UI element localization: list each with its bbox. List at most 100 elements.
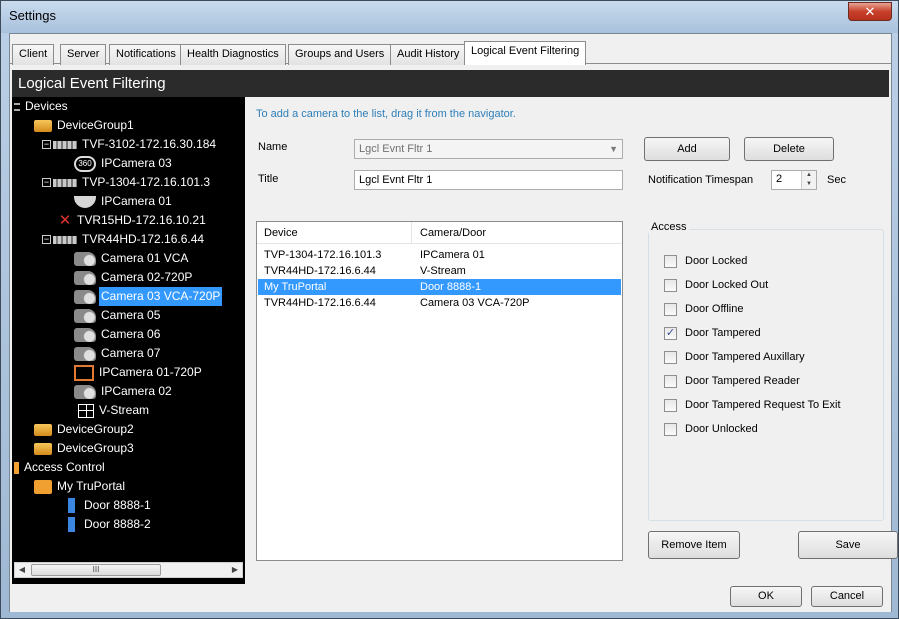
title-input[interactable]: Lgcl Evnt Fltr 1 [354,170,623,190]
tab-logical-event-filtering[interactable]: Logical Event Filtering [464,41,587,65]
grid-icon [78,403,94,418]
scroll-right-icon[interactable]: ▶ [228,563,242,577]
name-dropdown[interactable]: Lgcl Evnt Fltr 1 ▼ [354,139,623,159]
tree-item[interactable]: DeviceGroup2 [34,420,136,439]
tree-item[interactable]: Access Control [14,458,107,477]
folder-icon [34,423,52,436]
tree-item[interactable]: Door 8888-1 [68,496,153,515]
checkbox-door-tampered[interactable]: ✓ Door Tampered [664,326,761,342]
list-row[interactable]: TVR44HD-172.16.6.44 Camera 03 VCA-720P [258,295,621,311]
ok-button[interactable]: OK [730,586,802,607]
tab-strip: Client Server Notifications Health Diagn… [10,34,891,65]
door-icon [68,517,75,533]
tree-item[interactable]: DeviceGroup3 [34,439,136,458]
checkbox-icon[interactable] [664,422,677,436]
bullet-camera-icon [74,346,96,361]
cancel-button[interactable]: Cancel [811,586,883,607]
list-row[interactable]: TVR44HD-172.16.6.44 V-Stream [258,263,621,279]
tree-item[interactable]: Camera 01 VCA [74,249,190,268]
remove-item-button[interactable]: Remove Item [648,531,740,559]
truportal-icon [34,479,52,494]
logical-event-filtering-panel: Logical Event Filtering Devices DeviceGr… [12,70,898,584]
tree-item[interactable]: Door 8888-2 [68,515,153,534]
tree-item[interactable]: IPCamera 01 [74,192,174,211]
checkbox-door-locked-out[interactable]: Door Locked Out [664,278,768,294]
save-button[interactable]: Save [798,531,898,559]
dome-camera-icon [74,195,96,208]
bullet-camera-icon [74,327,96,342]
tree-item-selected[interactable]: Camera 03 VCA-720P [74,287,223,307]
tree-item[interactable]: IPCamera 01-720P [74,363,204,382]
tree-item[interactable]: IPCamera 02 [74,382,174,401]
collapse-icon[interactable]: − [42,178,51,188]
collapse-icon[interactable]: − [42,140,51,150]
checkmark-icon[interactable]: ✓ [664,326,677,340]
tab-client[interactable]: Client [12,44,55,65]
tab-server[interactable]: Server [60,44,107,65]
checkbox-door-tampered-auxillary[interactable]: Door Tampered Auxillary [664,350,805,366]
folder-icon [34,442,52,455]
tab-notifications[interactable]: Notifications [109,44,183,65]
close-button[interactable]: ✕ [848,2,892,21]
scroll-left-icon[interactable]: ◀ [15,563,29,577]
tree-item[interactable]: My TruPortal [34,477,127,496]
tree-item[interactable]: − TVF-3102-172.16.30.184 [42,135,218,154]
access-control-icon [14,461,19,474]
tree-item[interactable]: Camera 02-720P [74,268,194,287]
client-area: Client Server Notifications Health Diagn… [9,33,898,612]
checkbox-door-locked[interactable]: Door Locked [664,254,747,270]
list-header: Device Camera/Door [257,222,622,244]
name-label: Name [258,141,288,153]
checkbox-icon[interactable] [664,278,677,292]
tree-item[interactable]: Camera 07 [74,344,162,363]
dvr-icon [53,140,77,149]
tree-item[interactable]: Camera 06 [74,325,162,344]
bullet-camera-icon [74,289,96,304]
settings-window: Settings ✕ Client Server Notifications H… [0,0,899,619]
tree-item[interactable]: − TVP-1304-172.16.101.3 [42,173,212,192]
tree-item[interactable]: DeviceGroup1 [34,116,136,135]
bullet-camera-icon [74,384,96,399]
column-device-header[interactable]: Device [264,227,298,239]
bullet-camera-icon [74,251,96,266]
tree-item[interactable]: 360 IPCamera 03 [74,154,174,173]
checkbox-icon[interactable] [664,302,677,316]
list-row[interactable]: TVP-1304-172.16.101.3 IPCamera 01 [258,247,621,263]
tree-item[interactable]: − TVR44HD-172.16.6.44 [42,230,206,249]
tree-root-devices[interactable]: Devices [14,97,70,116]
notification-timespan-label: Notification Timespan [648,174,754,186]
window-title: Settings [9,8,56,23]
add-button[interactable]: Add [644,137,730,161]
tab-groups-and-users[interactable]: Groups and Users [288,44,392,65]
checkbox-icon[interactable] [664,254,677,268]
tree-item[interactable]: V-Stream [78,401,151,420]
column-camera-header[interactable]: Camera/Door [420,227,486,239]
collapse-icon[interactable]: − [42,235,51,245]
tab-audit-history[interactable]: Audit History [390,44,467,65]
offline-x-icon: ✕ [58,211,72,229]
tab-health-diagnostics[interactable]: Health Diagnostics [180,44,286,65]
checkbox-door-offline[interactable]: Door Offline [664,302,744,318]
chevron-down-icon: ▼ [609,144,618,154]
title-label: Title [258,173,279,185]
timespan-spinner[interactable]: 2 ▲ ▼ [771,170,817,190]
tree-item[interactable]: ✕ TVR15HD-172.16.10.21 [58,211,208,230]
spinner-arrows-icon[interactable]: ▲ ▼ [801,171,816,189]
checkbox-door-tampered-rte[interactable]: Door Tampered Request To Exit [664,398,841,414]
checkbox-door-unlocked[interactable]: Door Unlocked [664,422,758,438]
list-row-selected[interactable]: My TruPortal Door 8888-1 [258,279,621,295]
checkbox-icon[interactable] [664,398,677,412]
delete-button[interactable]: Delete [744,137,834,161]
tree-item[interactable]: Camera 05 [74,306,162,325]
checkbox-icon[interactable] [664,350,677,364]
dvr-icon [53,235,77,244]
tree-horizontal-scrollbar[interactable]: ◀ III ▶ [14,562,243,578]
checkbox-door-tampered-reader[interactable]: Door Tampered Reader [664,374,800,390]
device-list[interactable]: Device Camera/Door TVP-1304-172.16.101.3… [256,221,623,561]
column-separator [411,222,412,244]
camera-360-icon: 360 [74,155,96,172]
filter-form: To add a camera to the list, drag it fro… [252,97,898,584]
scroll-thumb[interactable]: III [31,564,161,576]
checkbox-icon[interactable] [664,374,677,388]
access-groupbox-title: Access [648,221,690,233]
